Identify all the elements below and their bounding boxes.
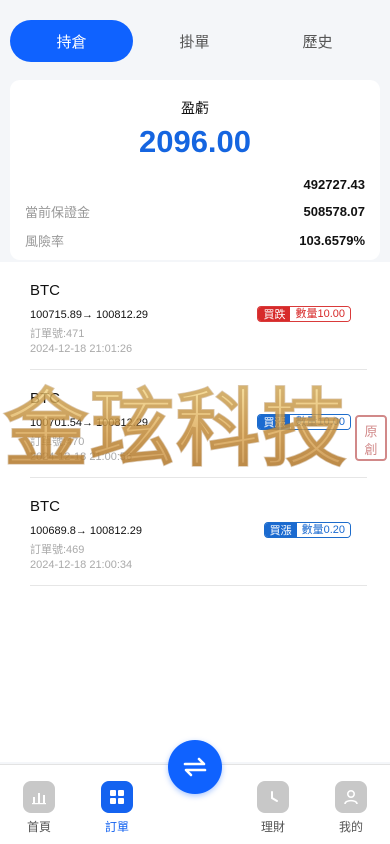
equity-value: 492727.43 — [303, 176, 365, 192]
position-order-number: 訂單號:469 — [30, 544, 85, 556]
position-symbol: BTC — [30, 498, 60, 515]
user-icon — [335, 781, 367, 813]
nav-item-finance-label: 理財 — [260, 820, 285, 834]
pnl-value: 2096.00 — [138, 124, 252, 159]
chart-icon — [23, 781, 55, 813]
tab-pending-orders[interactable]: 掛單 — [133, 20, 256, 62]
risk-row: 風險率 103.6579% — [25, 230, 365, 250]
position-price-range: 100701.54→ 100812.29 — [30, 417, 149, 429]
nav-item-orders-label: 訂單 — [104, 820, 129, 834]
clock-icon — [257, 781, 289, 813]
pnl-label: 盈虧 — [181, 100, 209, 116]
position-quantity-badge: 數量10.00 — [290, 415, 350, 429]
tab-positions[interactable]: 持倉 — [10, 20, 133, 62]
trade-swap-button[interactable] — [168, 740, 222, 794]
position-tags: 買漲 數量0.20 — [263, 522, 351, 538]
equity-row: 492727.43 — [25, 174, 365, 194]
nav-item-profile-label: 我的 — [338, 820, 363, 834]
nav-item-finance[interactable]: 理財 — [248, 781, 298, 835]
position-symbol: BTC — [30, 390, 60, 407]
position-item[interactable]: BTC 100701.54→ 100812.29 訂單號:470 2024-12… — [30, 370, 367, 478]
position-item[interactable]: BTC 100715.89→ 100812.29 訂單號:471 2024-12… — [30, 262, 367, 370]
position-price-range: 100689.8→ 100812.29 — [30, 525, 142, 537]
position-time: 2024-12-18 21:00:34 — [30, 559, 133, 571]
position-tags: 買跌 數量10.00 — [257, 306, 351, 322]
position-quantity-badge: 數量10.00 — [290, 307, 350, 321]
position-symbol: BTC — [30, 282, 60, 299]
nav-item-home-label: 首頁 — [26, 820, 51, 834]
position-order-number: 訂單號:470 — [30, 436, 85, 448]
tab-history-label: 歷史 — [302, 33, 333, 51]
account-summary-card: 盈虧 2096.00 492727.43 當前保證金 508578.07 風險率… — [10, 80, 380, 260]
position-time: 2024-12-18 21:00:56 — [30, 451, 133, 463]
nav-item-home[interactable]: 首頁 — [14, 781, 64, 835]
margin-value: 508578.07 — [303, 203, 365, 219]
position-tabs: 持倉 掛單 歷史 — [10, 20, 380, 62]
nav-item-profile[interactable]: 我的 — [326, 781, 376, 835]
margin-row: 當前保證金 508578.07 — [25, 201, 365, 221]
position-side-badge: 買漲 — [258, 415, 291, 429]
grid-icon — [101, 781, 133, 813]
tab-positions-label: 持倉 — [56, 33, 87, 51]
risk-label: 風險率 — [25, 233, 65, 249]
position-quantity-badge: 數量0.20 — [296, 523, 350, 537]
tab-history[interactable]: 歷史 — [256, 20, 379, 62]
risk-value: 103.6579% — [299, 232, 365, 248]
swap-arrows-icon — [183, 757, 207, 777]
margin-label: 當前保證金 — [25, 204, 91, 220]
position-side-badge: 買跌 — [258, 307, 291, 321]
tab-pending-orders-label: 掛單 — [179, 33, 210, 51]
position-list: BTC 100715.89→ 100812.29 訂單號:471 2024-12… — [0, 262, 390, 762]
nav-item-orders[interactable]: 訂單 — [92, 781, 142, 835]
position-order-number: 訂單號:471 — [30, 328, 85, 340]
position-time: 2024-12-18 21:01:26 — [30, 343, 133, 355]
position-side-badge: 買漲 — [264, 523, 297, 537]
position-tags: 買漲 數量10.00 — [257, 414, 351, 430]
position-item[interactable]: BTC 100689.8→ 100812.29 訂單號:469 2024-12-… — [30, 478, 367, 586]
position-price-range: 100715.89→ 100812.29 — [30, 309, 149, 321]
